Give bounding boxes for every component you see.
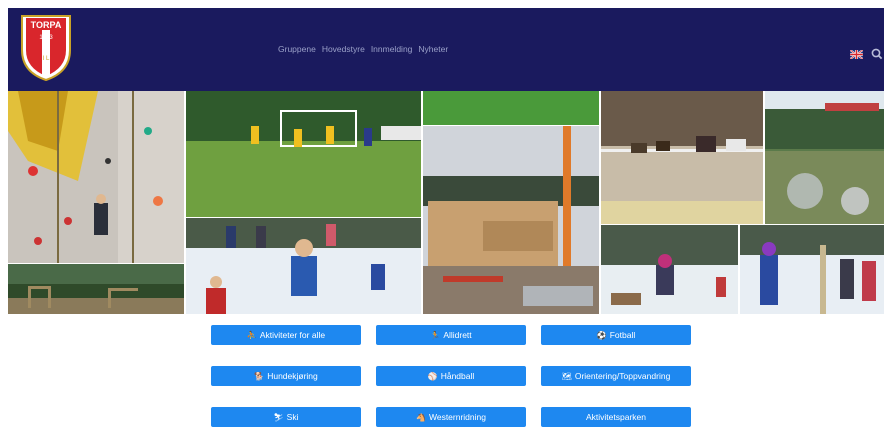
nav-innmelding[interactable]: Innmelding: [371, 44, 413, 54]
activities-icon: ⛹: [246, 330, 257, 340]
photo-climbing-wall: [8, 91, 184, 263]
ski-button[interactable]: ⛷ Ski: [211, 407, 361, 427]
main-nav: Gruppene Hovedstyre Innmelding Nyheter: [278, 44, 448, 54]
football-icon: ⚽: [596, 330, 607, 340]
photo-skiers-group: [740, 225, 884, 314]
site-header: TORPA 1933 I L Gruppene Hovedstyre Innme…: [8, 8, 884, 91]
search-icon[interactable]: [870, 47, 884, 61]
photo-orienteering: [765, 91, 884, 224]
button-label: Håndball: [440, 371, 475, 381]
button-label: Aktivitetsparken: [586, 412, 646, 422]
logo-letters: I L: [43, 56, 50, 62]
button-label: Orientering/Toppvandring: [574, 371, 671, 381]
fotball-button[interactable]: ⚽ Fotball: [541, 325, 691, 345]
skiing-icon: ⛷: [273, 412, 284, 422]
nav-gruppene[interactable]: Gruppene: [278, 44, 316, 54]
handball-icon: ⚾: [427, 371, 438, 381]
activities-for-all-button[interactable]: ⛹ Aktiviteter for alle: [211, 325, 361, 345]
dog-icon: 🐕: [254, 371, 265, 381]
map-icon: 🗺: [561, 371, 572, 381]
uk-flag-icon[interactable]: [850, 50, 863, 59]
nav-nyheter[interactable]: Nyheter: [418, 44, 448, 54]
hundekjoring-button[interactable]: 🐕 Hundekjøring: [211, 366, 361, 386]
button-label: Aktiviteter for alle: [259, 330, 326, 340]
photo-skiing-kids: [186, 218, 421, 314]
button-label: Allidrett: [443, 330, 472, 340]
nav-hovedstyre[interactable]: Hovedstyre: [322, 44, 365, 54]
logo-year: 1933: [39, 35, 53, 41]
photo-dog-sledding: [601, 225, 738, 314]
button-label: Westernridning: [428, 412, 486, 422]
photo-green-field: [423, 91, 599, 125]
button-label: Hundekjøring: [267, 371, 318, 381]
button-label: Fotball: [609, 330, 636, 340]
logo-text: TORPA: [31, 20, 62, 30]
photo-riding: [601, 91, 763, 224]
photo-activity-park: [8, 264, 184, 314]
running-icon: 🏃: [430, 330, 441, 340]
handball-button[interactable]: ⚾ Håndball: [376, 366, 526, 386]
photo-football: [186, 91, 421, 217]
orientering-button[interactable]: 🗺 Orientering/Toppvandring: [541, 366, 691, 386]
horse-icon: 🐴: [416, 412, 426, 422]
westernridning-button[interactable]: 🐴 Westernridning: [376, 407, 526, 427]
photo-construction: [423, 126, 599, 314]
aktivitetsparken-button[interactable]: Aktivitetsparken: [541, 407, 691, 427]
club-logo[interactable]: TORPA 1933 I L: [18, 12, 74, 82]
button-label: Ski: [286, 412, 299, 422]
allidrett-button[interactable]: 🏃 Allidrett: [376, 325, 526, 345]
